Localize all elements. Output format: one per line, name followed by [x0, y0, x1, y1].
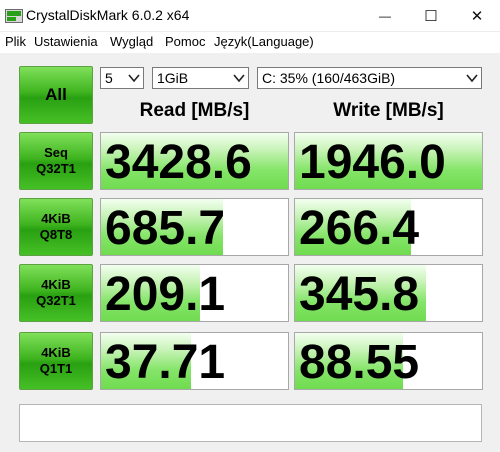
write-value: 345.8 [299, 268, 420, 321]
chevron-down-icon [128, 74, 140, 83]
title-bar: CrystalDiskMark 6.0.2 x64 — ☐ ✕ [0, 0, 500, 32]
test-label-line2: Q32T1 [36, 161, 76, 176]
test-label-line1: Seq [44, 145, 68, 160]
comment-field[interactable] [19, 404, 482, 442]
write-result-cell: 1946.0 [294, 132, 483, 190]
menu-settings[interactable]: Ustawienia [34, 34, 98, 49]
test-label-line1: 4KiB [41, 345, 71, 360]
test-label-line2: Q32T1 [36, 293, 76, 308]
minimize-icon: — [379, 8, 391, 23]
maximize-icon: ☐ [424, 7, 438, 25]
test-button-4kib-q8t8[interactable]: 4KiB Q8T8 [19, 198, 93, 256]
read-result-cell: 3428.6 [100, 132, 289, 190]
close-icon: ✕ [470, 7, 484, 25]
minimize-button[interactable]: — [362, 0, 408, 31]
test-button-4kib-q1t1[interactable]: 4KiB Q1T1 [19, 332, 93, 390]
maximize-button[interactable]: ☐ [408, 0, 454, 31]
test-button-4kib-q32t1[interactable]: 4KiB Q32T1 [19, 264, 93, 322]
all-button[interactable]: All [19, 66, 93, 124]
drive-select[interactable]: C: 35% (160/463GiB) [257, 67, 482, 89]
window-title: CrystalDiskMark 6.0.2 x64 [26, 7, 190, 23]
menu-theme[interactable]: Wygląd [110, 34, 153, 49]
write-header: Write [MB/s] [333, 100, 444, 121]
chevron-down-icon [233, 74, 245, 83]
count-value: 5 [105, 70, 113, 86]
read-result-cell: 37.71 [100, 332, 289, 390]
menu-bar: Plik Ustawienia Wygląd Pomoc Język(Langu… [0, 32, 500, 52]
test-label-line1: 4KiB [41, 277, 71, 292]
app-icon [5, 9, 23, 23]
read-header: Read [MB/s] [139, 100, 250, 121]
test-label-line2: Q8T8 [39, 227, 73, 242]
read-value: 209.1 [105, 268, 226, 321]
read-result-cell: 685.7 [100, 198, 289, 256]
write-result-cell: 266.4 [294, 198, 483, 256]
size-value: 1GiB [157, 70, 189, 86]
test-button-seq-q32t1[interactable]: Seq Q32T1 [19, 132, 93, 190]
test-label-line2: Q1T1 [39, 361, 73, 376]
write-value: 1946.0 [299, 136, 446, 189]
size-select[interactable]: 1GiB [152, 67, 249, 89]
read-value: 685.7 [105, 202, 226, 255]
read-value: 3428.6 [105, 136, 252, 189]
menu-help[interactable]: Pomoc [165, 34, 205, 49]
write-result-cell: 88.55 [294, 332, 483, 390]
read-value: 37.71 [105, 336, 226, 389]
test-label-line1: 4KiB [41, 211, 71, 226]
write-value: 266.4 [299, 202, 420, 255]
write-value: 88.55 [299, 336, 420, 389]
read-result-cell: 209.1 [100, 264, 289, 322]
drive-value: C: 35% (160/463GiB) [262, 70, 396, 86]
write-result-cell: 345.8 [294, 264, 483, 322]
count-select[interactable]: 5 [100, 67, 144, 89]
chevron-down-icon [466, 74, 478, 83]
menu-file[interactable]: Plik [5, 34, 26, 49]
menu-language[interactable]: Język(Language) [214, 34, 314, 49]
close-button[interactable]: ✕ [454, 0, 500, 31]
